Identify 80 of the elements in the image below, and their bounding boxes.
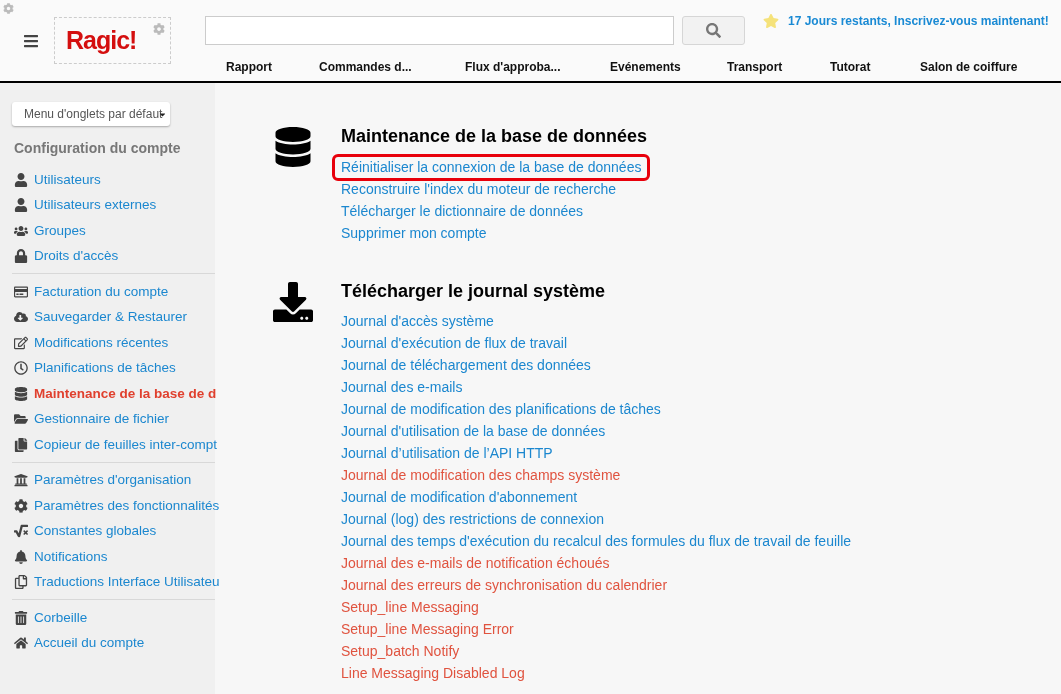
square-root-icon (14, 524, 28, 539)
sidebar-link[interactable]: Copieur de feuilles inter-compt (34, 434, 218, 455)
action-link[interactable]: Réinitialiser la connexion de la base de données (335, 157, 648, 178)
lock-icon (14, 249, 28, 264)
settings-icon[interactable] (153, 23, 165, 35)
action-link[interactable]: Supprimer mon compte (335, 223, 493, 245)
sidebar-link[interactable]: Droits d'accès (34, 246, 119, 267)
action-link[interactable]: Journal des e-mails de notification échoués (335, 553, 616, 575)
action-link[interactable]: Journal d'utilisation de la base de données (335, 421, 612, 443)
action-link[interactable]: Journal de modification des planifications de tâches (335, 399, 667, 421)
sidebar-link[interactable]: Corbeille (34, 607, 88, 628)
bell-icon (14, 549, 28, 564)
tab-menu-dropdown[interactable]: Menu d'onglets par défaut (12, 102, 170, 126)
nav-tab[interactable]: Rapport (205, 58, 299, 76)
settings-icon[interactable] (3, 3, 14, 14)
nav-tab[interactable]: Tutorat (810, 58, 900, 76)
sidebar-link[interactable]: Accueil du compte (34, 633, 145, 654)
action-link[interactable]: Journal de téléchargement des données (335, 355, 597, 377)
action-link[interactable]: Reconstruire l'index du moteur de recherche (335, 179, 623, 201)
section-title: Télécharger le journal système (341, 280, 607, 303)
sidebar-link[interactable]: Paramètres d'organisation (34, 470, 192, 491)
action-link[interactable]: Journal des e-mails (335, 377, 469, 399)
logo[interactable]: Ragic! (66, 28, 137, 53)
menu-icon (22, 33, 40, 49)
sidebar-link[interactable]: Modifications récentes (34, 332, 169, 353)
trash-icon (14, 610, 28, 625)
sidebar-link[interactable]: Sauvegarder & Restaurer (34, 307, 188, 328)
sidebar-link[interactable]: Utilisateurs (34, 169, 101, 190)
search-button[interactable] (682, 16, 745, 45)
settings-icon (14, 498, 28, 513)
folder-icon (14, 412, 28, 427)
sidebar-link[interactable]: Maintenance de la base de d (34, 383, 217, 404)
section-title: Maintenance de la base de données (341, 125, 648, 148)
sidebar-link[interactable]: Utilisateurs externes (34, 195, 157, 216)
search-icon (706, 23, 721, 38)
nav-tab[interactable]: Commandes d... (299, 58, 445, 76)
star-icon (763, 12, 779, 29)
download-icon (273, 282, 313, 322)
action-link[interactable]: Journal des temps d'exécution du recalcul des formules du flux de travail de feuille (335, 531, 858, 553)
nav-tab[interactable]: Flux d'approba... (445, 58, 590, 76)
sidebar-link[interactable]: Gestionnaire de fichier (34, 409, 170, 430)
sidebar-link[interactable]: Groupes (34, 220, 86, 241)
cloud-download-icon (14, 310, 28, 325)
action-link[interactable]: Setup_line Messaging (335, 597, 485, 619)
nav-tab[interactable]: Evénements (590, 58, 707, 76)
home-icon (14, 636, 28, 651)
sidebar-title: Configuration du compte (14, 139, 182, 158)
copy-icon (14, 575, 28, 590)
person-icon (14, 172, 28, 187)
sidebar-link[interactable]: Constantes globales (34, 521, 157, 542)
search-field[interactable] (205, 16, 674, 45)
action-link[interactable]: Journal d'accès système (335, 311, 500, 333)
action-link[interactable]: Journal des erreurs de synchronisation du calendrier (335, 575, 674, 597)
action-link[interactable]: Télécharger le dictionnaire de données (335, 201, 590, 223)
action-link[interactable]: Journal de modification d'abonnement (335, 487, 584, 509)
sidebar-link[interactable]: Planifications de tâches (34, 358, 176, 379)
sidebar-link[interactable]: Traductions Interface Utilisateu (34, 572, 220, 593)
credit-card-icon (14, 284, 28, 299)
edit-icon (14, 335, 28, 350)
database-icon (273, 127, 313, 167)
nav-tab[interactable]: Transport (707, 58, 810, 76)
person-icon (14, 198, 28, 213)
clock-icon (14, 361, 28, 376)
action-link[interactable]: Setup_batch Notify (335, 641, 466, 663)
menu-button[interactable] (22, 33, 40, 49)
action-link[interactable]: Journal de modification des champs système (335, 465, 627, 487)
action-link[interactable]: Setup_line Messaging Error (335, 619, 520, 641)
action-link[interactable]: Journal d'exécution de flux de travail (335, 333, 574, 355)
action-link[interactable]: Journal d’utilisation de l’API HTTP (335, 443, 559, 465)
copy-icon (14, 437, 28, 452)
nav-tab[interactable]: Salon de coiffure (900, 58, 1030, 76)
sidebar-link[interactable]: Facturation du compte (34, 281, 169, 302)
people-icon (14, 223, 28, 238)
action-link[interactable]: Line Messaging Disabled Log (335, 663, 531, 685)
sidebar-link[interactable]: Notifications (34, 546, 108, 567)
database-icon (14, 386, 28, 401)
trial-signup-link[interactable]: 17 Jours restants, Inscrivez-vous maintenant! (788, 11, 1049, 30)
bank-icon (14, 473, 28, 488)
sidebar-link[interactable]: Paramètres des fonctionnalités (34, 495, 220, 516)
action-link[interactable]: Journal (log) des restrictions de connexion (335, 509, 611, 531)
